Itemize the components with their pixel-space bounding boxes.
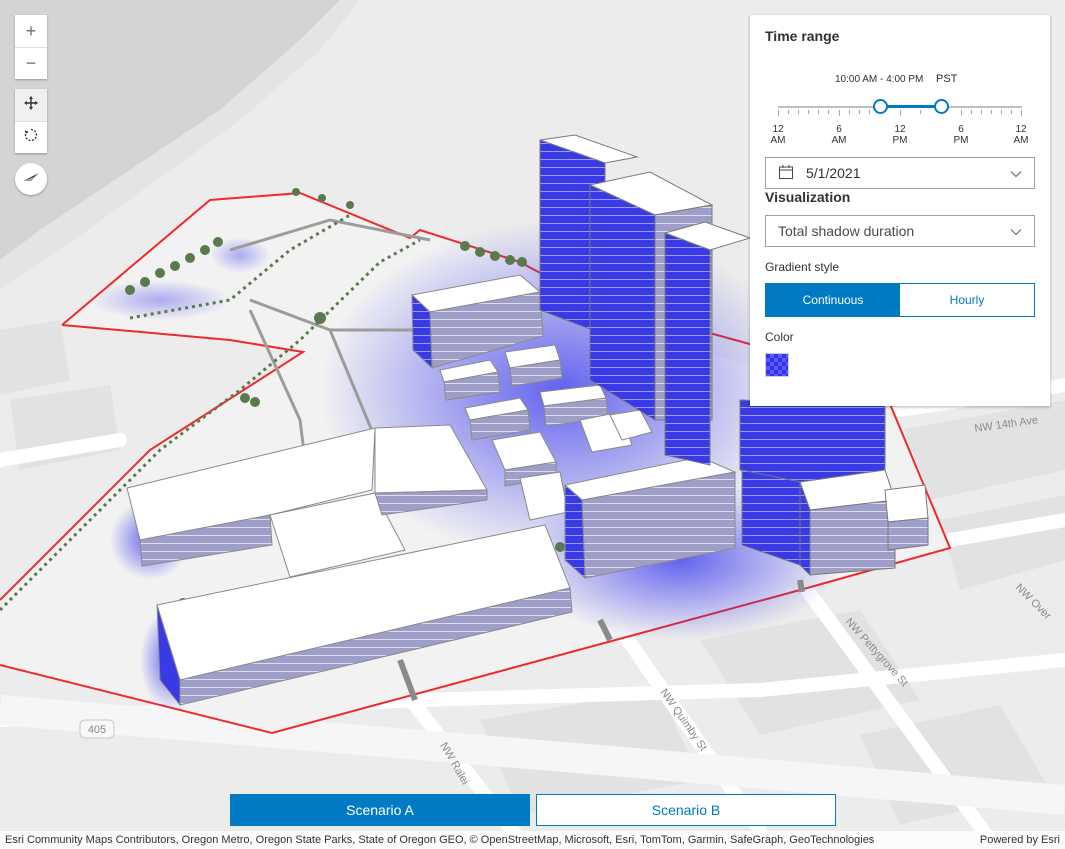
highway-label: 405 [88, 724, 106, 736]
calendar-icon [778, 164, 794, 183]
timezone-label: PST [936, 73, 958, 85]
slider-start-thumb[interactable] [872, 99, 888, 114]
visualization-title: Visualization [765, 189, 851, 205]
scenario-a-button[interactable]: Scenario A [230, 794, 530, 826]
slider-tick [839, 110, 840, 116]
slider-tick [818, 110, 819, 114]
slider-tick [1021, 110, 1022, 116]
time-range-title: Time range [765, 28, 840, 44]
slider-tick [971, 110, 972, 114]
time-range-slider[interactable]: 10:00 AM - 4:00 PM PST 12 AM 6 AM 12 PM 6 PM… [765, 44, 1035, 146]
rotate-icon [23, 127, 39, 148]
slider-tick [1001, 110, 1002, 114]
tick-label: 6 PM [953, 124, 969, 146]
slider-tick [828, 110, 829, 114]
tick-label: 12 AM [1013, 124, 1029, 146]
gradient-style-label: Gradient style [765, 260, 840, 274]
gradient-style-toggle: Continuous Hourly [765, 283, 1035, 317]
gradient-continuous-button[interactable]: Continuous [766, 284, 900, 316]
date-value: 5/1/2021 [806, 165, 861, 181]
slider-tick [859, 110, 860, 114]
zoom-in-button[interactable]: + [15, 15, 47, 47]
compass-button[interactable] [15, 163, 47, 195]
slider-tick [798, 110, 799, 114]
slider-tick [808, 110, 809, 114]
shadow-cast-panel: Time range 10:00 AM - 4:00 PM PST 12 AM 6… [750, 15, 1050, 406]
rotate-button[interactable] [15, 121, 47, 153]
pan-button[interactable] [15, 89, 47, 121]
visualization-select[interactable]: Total shadow duration [765, 215, 1035, 247]
slider-tick [869, 110, 870, 114]
slider-end-thumb[interactable] [933, 99, 949, 114]
color-label: Color [765, 330, 794, 344]
chevron-down-icon [1010, 165, 1022, 181]
time-range-value: 10:00 AM - 4:00 PM [835, 74, 924, 85]
slider-range-fill [879, 105, 941, 108]
compass-icon [21, 170, 41, 188]
zoom-out-button[interactable]: − [15, 47, 47, 79]
chevron-down-icon [1010, 223, 1022, 239]
powered-by-esri[interactable]: Powered by Esri [980, 834, 1060, 846]
visualization-value: Total shadow duration [778, 223, 915, 239]
tick-label: 12 PM [892, 124, 908, 146]
slider-tick [991, 110, 992, 114]
zoom-controls: + − [15, 15, 47, 79]
slider-tick [981, 110, 982, 114]
date-picker[interactable]: 5/1/2021 [765, 157, 1035, 189]
slider-tick [961, 110, 962, 116]
slider-tick [920, 110, 921, 114]
gradient-hourly-button[interactable]: Hourly [900, 284, 1034, 316]
attribution-bar[interactable]: Esri Community Maps Contributors, Oregon… [0, 831, 1065, 849]
slider-tick [900, 110, 901, 116]
tick-label: 12 AM [770, 124, 786, 146]
slider-tick [849, 110, 850, 114]
slider-tick [778, 110, 779, 116]
color-swatch[interactable] [765, 353, 789, 377]
tick-label: 6 AM [831, 124, 847, 146]
scenario-b-button[interactable]: Scenario B [536, 794, 836, 826]
slider-tick [788, 110, 789, 114]
navigation-toggle [15, 89, 47, 153]
slider-tick [1011, 110, 1012, 114]
pan-icon [23, 95, 39, 116]
attribution-sources: Esri Community Maps Contributors, Oregon… [5, 834, 875, 846]
